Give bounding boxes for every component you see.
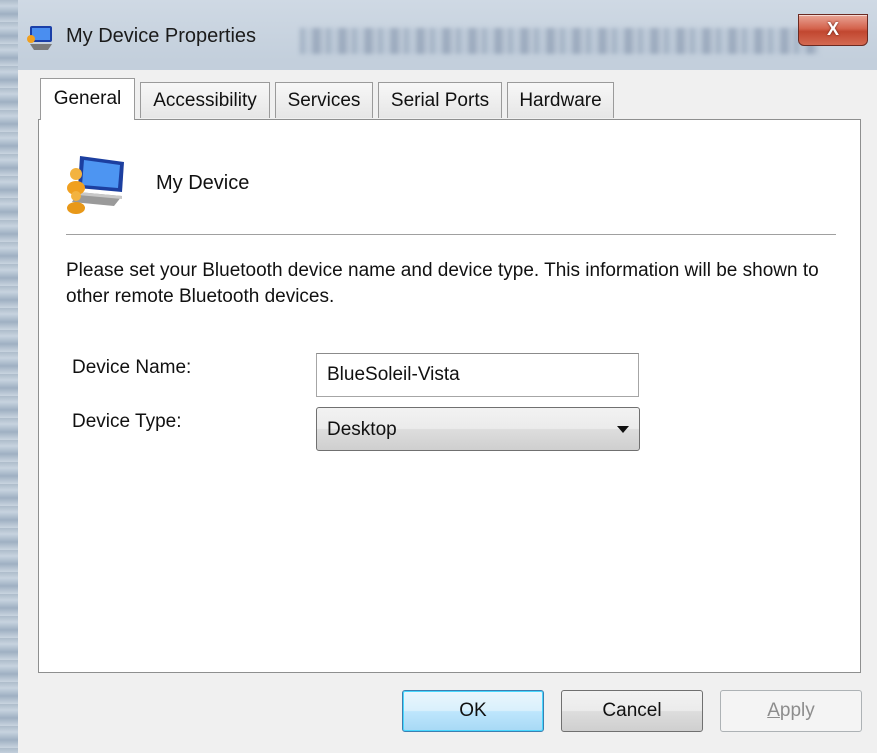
tab-hardware[interactable]: Hardware [507, 82, 614, 118]
tab-general[interactable]: General [40, 78, 135, 120]
tab-accessibility[interactable]: Accessibility [140, 82, 270, 118]
computer-user-icon [67, 156, 124, 214]
device-name-input[interactable] [316, 353, 639, 397]
window-frame [0, 0, 18, 753]
apply-button[interactable]: Apply [720, 690, 862, 732]
bluetooth-device-icon [27, 26, 52, 50]
window-title: My Device Properties [66, 25, 257, 47]
chevron-down-icon[interactable] [617, 426, 629, 433]
apply-mnemonic: A [767, 700, 780, 721]
tab-services[interactable]: Services [275, 82, 373, 118]
ok-button[interactable]: OK [402, 690, 544, 732]
title-bar-glass [300, 28, 820, 54]
device-type-value: Desktop [327, 419, 397, 440]
tab-serial-ports[interactable]: Serial Ports [378, 82, 502, 118]
close-icon: X [826, 19, 839, 39]
apply-label: pply [779, 700, 815, 721]
separator-line [66, 234, 836, 236]
title-bar[interactable]: My Device Properties X [0, 0, 877, 70]
device-name-heading: My Device [156, 172, 250, 194]
device-type-label: Device Type: [72, 411, 182, 432]
device-name-label: Device Name: [72, 357, 192, 378]
properties-window: My Device Properties X General Accessibi… [0, 0, 877, 753]
cancel-button[interactable]: Cancel [561, 690, 703, 732]
info-text: Please set your Bluetooth device name an… [66, 260, 819, 307]
close-button[interactable]: X [798, 14, 868, 46]
device-type-select[interactable]: Desktop [316, 407, 640, 451]
